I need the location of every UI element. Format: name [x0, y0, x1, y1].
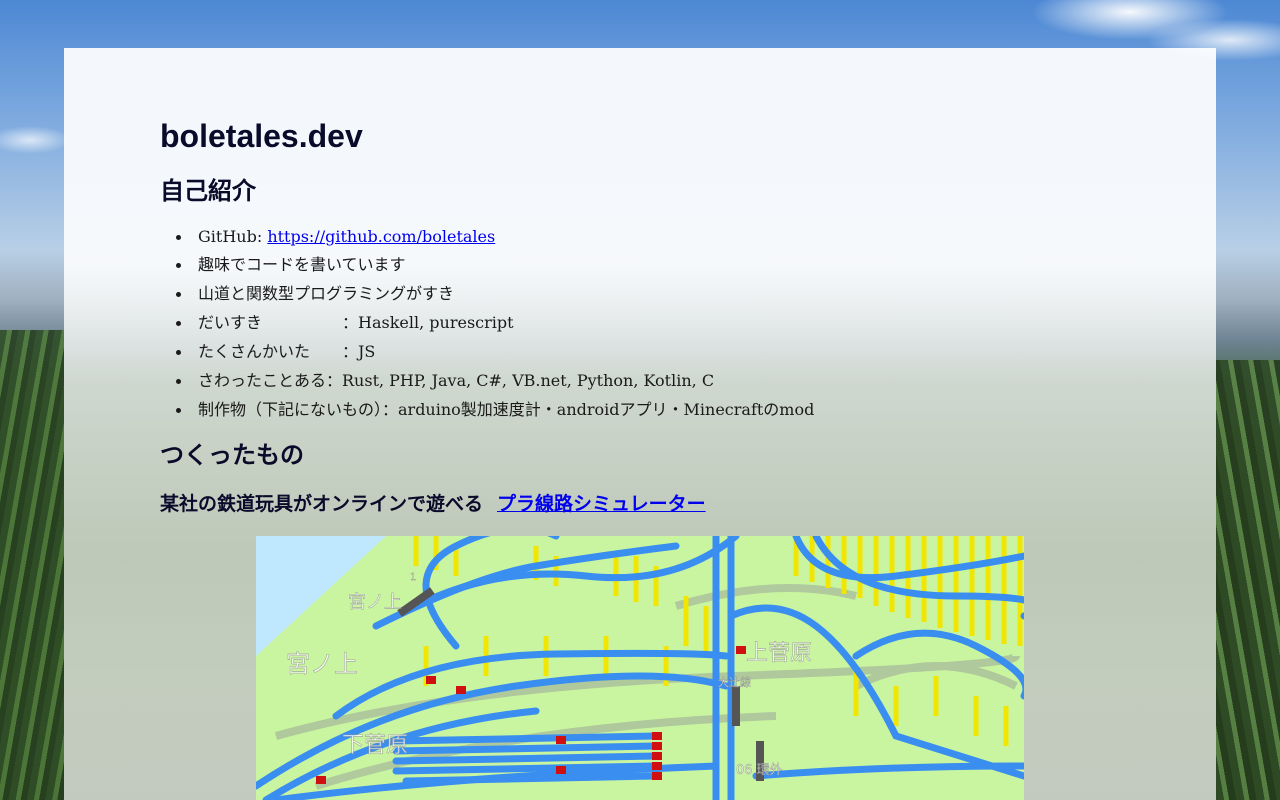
station-label: 上菅原: [746, 641, 812, 666]
section-heading-works: つくったもの: [160, 442, 304, 469]
station-label: 1: [410, 572, 416, 583]
lang-value: ：Haskell, purescript: [342, 313, 514, 332]
github-link[interactable]: https://github.com/boletales: [267, 227, 495, 246]
background-forest-right: [1216, 360, 1280, 800]
site-title: boletales.dev: [160, 118, 363, 154]
station-label: 宮ノ上: [286, 650, 358, 678]
list-item-lang: たくさんかいた ：JS: [175, 337, 814, 366]
list-item-lang: だいすき ：Haskell, purescript: [175, 308, 814, 337]
list-item: さわったことある：Rust, PHP, Java, C#, VB.net, Py…: [175, 366, 814, 395]
list-item: 趣味でコードを書いています: [175, 250, 814, 279]
github-label: GitHub:: [198, 227, 268, 246]
list-item-github: GitHub: https://github.com/boletales: [175, 222, 814, 250]
content-panel: boletales.dev 自己紹介 GitHub: https://githu…: [64, 48, 1216, 800]
station-label: 大辻線: [718, 675, 751, 689]
lang-value: ：JS: [342, 342, 376, 361]
lang-label: だいすき: [198, 313, 263, 332]
simulator-screenshot[interactable]: 宮ノ上 宮ノ上 上菅原 下菅原 大辻線 06 環外 1: [256, 536, 1024, 800]
work-description: 某社の鉄道玩具がオンラインで遊べる: [160, 494, 484, 515]
section-heading-intro: 自己紹介: [160, 178, 256, 205]
list-item: 制作物（下記にないもの）：arduino製加速度計・androidアプリ・Min…: [175, 395, 814, 424]
background-forest-left: [0, 330, 64, 800]
station-label: 06 環外: [736, 763, 783, 778]
intro-list: GitHub: https://github.com/boletales 趣味で…: [160, 222, 814, 424]
lang-label: たくさんかいた: [198, 342, 311, 361]
station-label: 下菅原: [342, 733, 408, 758]
station-label: 宮ノ上: [348, 592, 402, 613]
simulator-scene: 宮ノ上 宮ノ上 上菅原 下菅原 大辻線 06 環外 1: [256, 536, 1024, 800]
work-heading: 某社の鉄道玩具がオンラインで遊べる プラ線路シミュレーター: [160, 492, 706, 518]
list-item: 山道と関数型プログラミングがすき: [175, 279, 814, 308]
simulator-link[interactable]: プラ線路シミュレーター: [497, 494, 706, 515]
